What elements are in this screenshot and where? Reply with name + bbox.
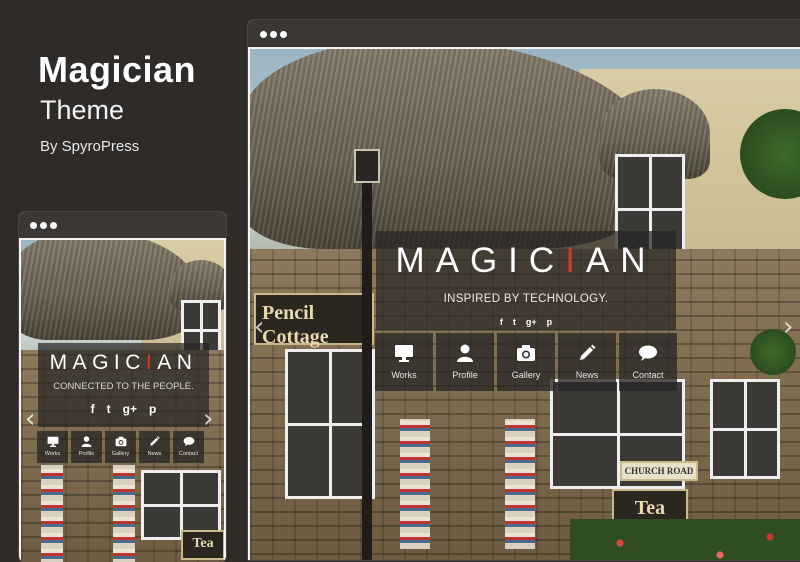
window-dot-icon: [280, 31, 287, 38]
menu-item-news[interactable]: News: [139, 431, 170, 463]
monitor-icon: [395, 345, 413, 362]
pinterest-icon[interactable]: p: [547, 317, 553, 327]
facebook-icon[interactable]: f: [91, 402, 95, 416]
menu-item-profile[interactable]: Profile: [436, 333, 494, 391]
menu-label: Contact: [179, 451, 198, 457]
slider-prev-arrow-icon[interactable]: ‹: [25, 404, 35, 434]
google-plus-icon[interactable]: g+: [526, 317, 537, 327]
menu-item-news[interactable]: News: [558, 333, 616, 391]
window-control-dots: [30, 222, 57, 229]
desktop-tagline: INSPIRED BY TECHNOLOGY.: [443, 293, 609, 305]
menu-label: Profile: [452, 370, 478, 380]
pencil-icon: [580, 344, 596, 360]
mobile-brand-logo[interactable]: MAGICIAN: [38, 343, 209, 375]
window-dot-icon: [40, 222, 47, 229]
photo-flowers: [570, 519, 800, 560]
menu-label: News: [147, 451, 162, 457]
brand-accent-letter: I: [145, 351, 158, 374]
menu-item-profile[interactable]: Profile: [71, 431, 102, 463]
desktop-hero-overlay: MAGICIAN INSPIRED BY TECHNOLOGY. f t g+ …: [376, 231, 676, 330]
window-dot-icon: [50, 222, 57, 229]
photo-lamp-post: [362, 169, 372, 560]
brand-accent-letter: I: [565, 241, 586, 280]
camera-icon: [115, 436, 126, 447]
slider-next-arrow-icon[interactable]: ›: [783, 312, 793, 342]
mobile-main-menu: Works Profile Gallery News Contact: [37, 431, 204, 463]
photo-tea-sign: Tea: [181, 530, 224, 560]
mobile-hero-overlay: MAGICIAN CONNECTED TO THE PEOPLE. f t g+…: [38, 343, 209, 427]
mobile-window-titlebar: [19, 212, 226, 240]
slider-next-arrow-icon[interactable]: ›: [203, 404, 213, 434]
brand-text: AN: [585, 241, 657, 280]
pencil-icon: [150, 436, 160, 446]
menu-label: Contact: [632, 370, 664, 380]
menu-label: Gallery: [111, 451, 130, 457]
window-dot-icon: [30, 222, 37, 229]
twitter-icon[interactable]: t: [107, 402, 111, 416]
desktop-preview-window: Pencil Cottage CHURCH ROAD Tea Gardens M…: [248, 20, 800, 560]
menu-item-contact[interactable]: Contact: [173, 431, 204, 463]
photo-lamp-lantern: [354, 149, 380, 183]
window-dot-icon: [270, 31, 277, 38]
photo-postcard-rack: [41, 465, 63, 562]
promo-title: Magician: [38, 49, 197, 90]
camera-icon: [517, 345, 535, 361]
mobile-social-links: f t g+ p: [38, 402, 209, 416]
google-plus-icon[interactable]: g+: [123, 402, 137, 416]
photo-shop-window-right: [710, 379, 780, 479]
brand-text: AN: [157, 351, 198, 374]
brand-text: MAGIC: [49, 351, 146, 374]
menu-label: Profile: [78, 451, 95, 457]
promo-subtitle: Theme: [40, 95, 125, 125]
desktop-main-menu: Works Profile Gallery News Contact: [375, 333, 677, 391]
menu-label: Works: [391, 370, 417, 380]
window-control-dots: [260, 31, 287, 38]
menu-item-works[interactable]: Works: [37, 431, 68, 463]
window-dot-icon: [260, 31, 267, 38]
chat-bubble-icon: [183, 437, 194, 447]
photo-postcard-rack: [505, 419, 535, 549]
desktop-brand-logo[interactable]: MAGICIAN: [376, 231, 676, 281]
mobile-preview-window: Tea MAGICIAN CONNECTED TO THE PEOPLE. f …: [19, 212, 226, 562]
photo-postcard-rack: [400, 419, 430, 549]
twitter-icon[interactable]: t: [513, 317, 516, 327]
desktop-social-links: f t g+ p: [376, 317, 676, 327]
user-icon: [81, 436, 92, 447]
brand-text: MAGIC: [395, 241, 566, 280]
photo-street-sign: CHURCH ROAD: [620, 461, 698, 481]
menu-label: Gallery: [511, 370, 541, 380]
desktop-window-titlebar: [248, 20, 800, 49]
menu-item-gallery[interactable]: Gallery: [497, 333, 555, 391]
pinterest-icon[interactable]: p: [149, 402, 156, 416]
photo-cottage-sign: Pencil Cottage: [254, 293, 374, 348]
promo-byline: By SpyroPress: [40, 138, 140, 155]
facebook-icon[interactable]: f: [500, 317, 503, 327]
slider-prev-arrow-icon[interactable]: ‹: [254, 312, 264, 342]
menu-item-contact[interactable]: Contact: [619, 333, 677, 391]
user-icon: [457, 344, 473, 362]
menu-label: Works: [44, 451, 61, 457]
menu-label: News: [575, 370, 599, 380]
mobile-tagline: CONNECTED TO THE PEOPLE.: [53, 381, 194, 392]
photo-postcard-rack: [113, 465, 135, 562]
menu-item-gallery[interactable]: Gallery: [105, 431, 136, 463]
monitor-icon: [47, 436, 58, 447]
menu-item-works[interactable]: Works: [375, 333, 433, 391]
chat-bubble-icon: [639, 345, 657, 361]
